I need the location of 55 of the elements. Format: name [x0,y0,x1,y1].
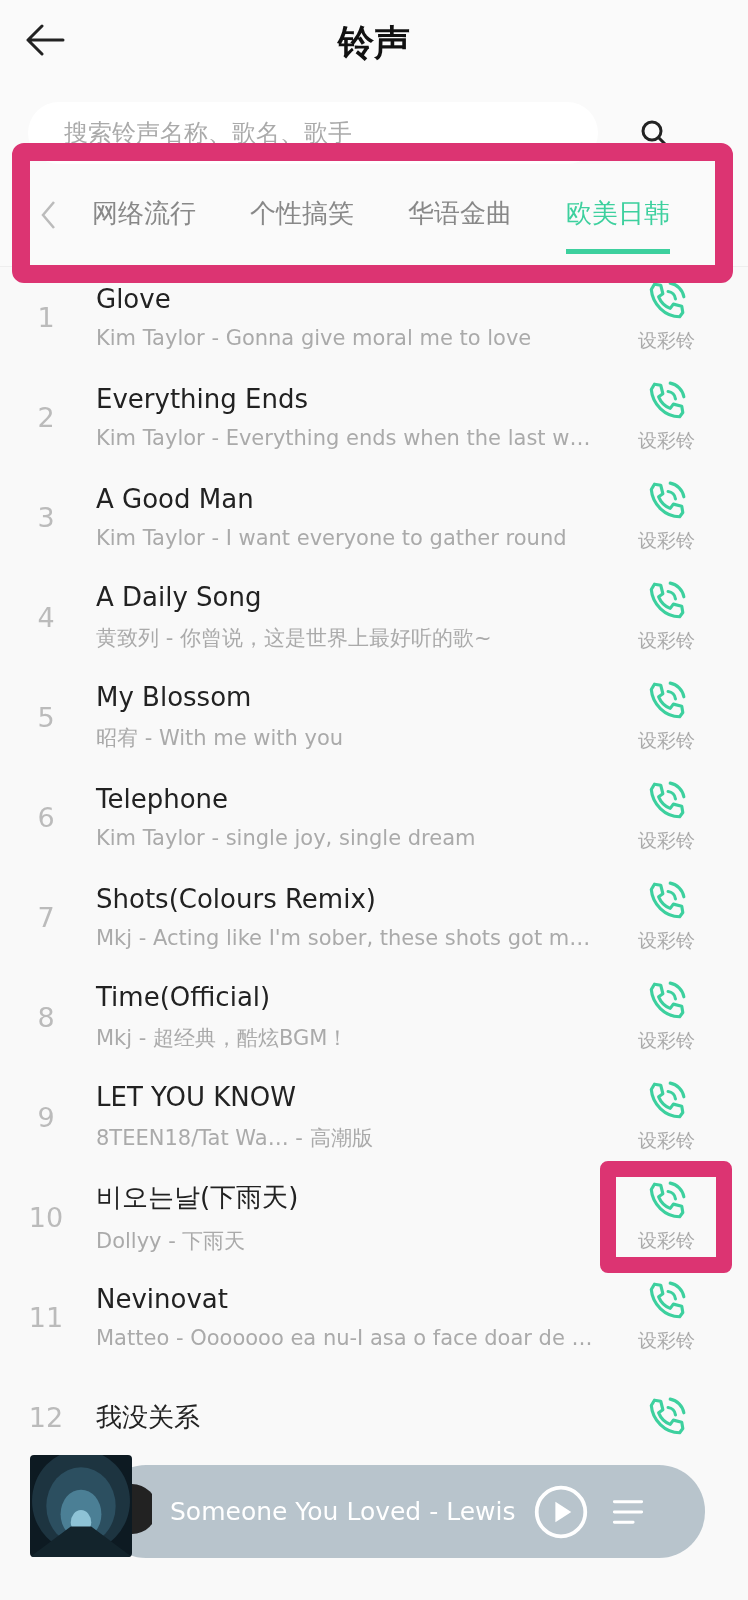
category-tab[interactable]: 个性搞笑 [250,176,354,254]
song-title: Everything Ends [96,384,309,414]
song-title: A Daily Song [96,582,263,612]
song-title: Nevinovat [96,1284,229,1314]
category-tab[interactable]: 欧美日韩 [566,176,670,254]
chevron-left-icon[interactable] [40,200,56,230]
track-number: 10 [27,1201,65,1233]
song-title: LET YOU KNOW [96,1082,297,1112]
category-tab[interactable]: 华语金曲 [408,176,512,254]
song-subtitle: Kim Taylor - single joy, single dream [96,826,477,850]
set-ringback-label[interactable]: 设彩铃 [637,628,695,654]
play-button-icon[interactable] [533,1483,590,1540]
now-playing-title: Someone You Loved - Lewis [170,1497,516,1526]
track-number: 8 [36,1001,56,1033]
track-number: 11 [27,1301,65,1333]
set-ringback-label[interactable]: 设彩铃 [637,528,695,554]
song-title: A Good Man [96,484,255,514]
track-number: 4 [36,601,56,633]
song-title: Shots(Colours Remix) [96,884,377,914]
song-subtitle: Dollyy - 下雨天 [96,1227,247,1255]
set-ringback-label[interactable]: 设彩铃 [637,1328,695,1354]
category-tab[interactable]: 网络流行 [92,176,196,254]
track-number: 12 [27,1401,65,1433]
song-subtitle: Kim Taylor - Everything ends when the last w… [96,426,592,450]
song-subtitle: 8TEEN18/Tat Wa… - 高潮版 [96,1125,374,1152]
song-title: 비오는날(下雨天) [96,1180,300,1214]
back-arrow-icon[interactable] [25,24,65,56]
set-ringback-label[interactable]: 设彩铃 [637,328,695,354]
track-number: 5 [36,701,56,733]
song-title: Telephone [96,784,230,814]
track-number: 6 [36,801,56,833]
track-number: 9 [36,1101,56,1133]
set-ringback-label[interactable]: 设彩铃 [637,1228,695,1254]
track-number: 2 [36,401,56,433]
page-title: 铃声 [338,20,410,65]
set-ringback-label[interactable]: 设彩铃 [637,428,695,454]
set-ringback-label[interactable]: 设彩铃 [637,928,695,954]
song-subtitle: Mkj - Acting like I'm sober, these shots got m… [96,926,592,950]
track-number: 1 [36,301,56,333]
song-subtitle: Matteo - Ooooooo ea nu-I asa o face doar de … [96,1326,594,1350]
song-subtitle: 昭宥 - With me with you [96,725,345,752]
song-subtitle: Kim Taylor - I want everyone to gather round [96,526,568,550]
song-title: Glove [96,284,172,314]
set-ringback-label[interactable]: 设彩铃 [637,728,695,754]
song-title: Time(Official) [96,982,272,1012]
song-subtitle: Mkj - 超经典，酷炫BGM！ [96,1025,350,1052]
set-ringback-label[interactable]: 设彩铃 [637,1128,695,1154]
song-title: 我没关系 [96,1400,201,1434]
set-ringback-label[interactable]: 设彩铃 [637,1028,695,1054]
set-ringback-label[interactable]: 设彩铃 [637,828,695,854]
song-subtitle: Kim Taylor - Gonna give moral me to love [96,326,533,350]
song-title: My Blossom [96,682,253,712]
track-number: 7 [36,901,56,933]
track-number: 3 [36,501,56,533]
song-subtitle: 黄致列 - 你曾说，这是世界上最好听的歌~ [96,625,493,652]
